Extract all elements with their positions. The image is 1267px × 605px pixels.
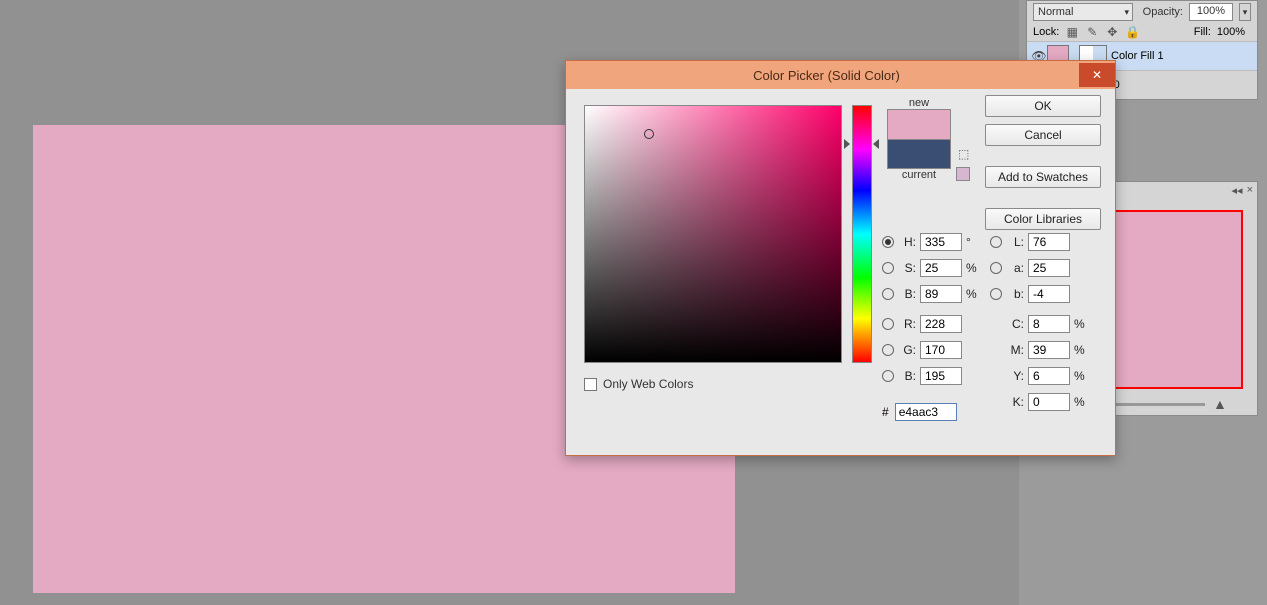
s-input[interactable] — [920, 259, 962, 277]
lock-label: Lock: — [1033, 26, 1059, 38]
opacity-input[interactable]: 100% — [1189, 3, 1233, 21]
color-cursor[interactable] — [644, 129, 654, 139]
lock-move-icon[interactable]: ✥ — [1105, 25, 1119, 39]
bh-radio[interactable] — [882, 288, 894, 300]
dialog-buttons: OK Cancel Add to Swatches Color Librarie… — [985, 95, 1101, 230]
hue-slider-handle[interactable] — [844, 139, 850, 149]
a-input[interactable] — [1028, 259, 1070, 277]
opacity-dropdown[interactable] — [1239, 3, 1251, 21]
close-icon[interactable]: × — [1247, 184, 1253, 200]
l-input[interactable] — [1028, 233, 1070, 251]
websafe-swatch[interactable] — [956, 167, 970, 181]
new-color-swatch[interactable] — [887, 109, 951, 139]
y-input[interactable] — [1028, 367, 1070, 385]
color-value-fields: H:° L: S:% a: B:% b: R: C:% G: M:% B: Y:… — [882, 229, 1102, 415]
only-web-colors[interactable]: Only Web Colors — [584, 377, 693, 391]
current-color-swatch[interactable] — [887, 139, 951, 169]
r-input[interactable] — [920, 315, 962, 333]
blend-mode-dropdown[interactable]: Normal — [1033, 3, 1133, 21]
color-libraries-button[interactable]: Color Libraries — [985, 208, 1101, 230]
lock-all-icon[interactable]: 🔒 — [1125, 25, 1139, 39]
gamut-warning-icon[interactable]: ⬚ — [958, 147, 969, 161]
c-input[interactable] — [1028, 315, 1070, 333]
r-radio[interactable] — [882, 318, 894, 330]
hue-slider-handle[interactable] — [873, 139, 879, 149]
lock-transparent-icon[interactable]: ▦ — [1065, 25, 1079, 39]
only-web-label: Only Web Colors — [603, 377, 693, 391]
ok-button[interactable]: OK — [985, 95, 1101, 117]
fill-label: Fill: — [1194, 26, 1211, 38]
s-radio[interactable] — [882, 262, 894, 274]
opacity-label: Opacity: — [1143, 6, 1183, 18]
bl-radio[interactable] — [990, 288, 1002, 300]
h-radio[interactable] — [882, 236, 894, 248]
m-input[interactable] — [1028, 341, 1070, 359]
current-label: current — [887, 169, 951, 181]
add-to-swatches-button[interactable]: Add to Swatches — [985, 166, 1101, 188]
only-web-checkbox[interactable] — [584, 378, 597, 391]
blue-input[interactable] — [920, 367, 962, 385]
lock-brush-icon[interactable]: ✎ — [1085, 25, 1099, 39]
layer-name: Color Fill 1 — [1111, 50, 1164, 62]
new-label: new — [887, 97, 951, 109]
hex-input[interactable] — [895, 403, 957, 421]
a-radio[interactable] — [990, 262, 1002, 274]
cancel-button[interactable]: Cancel — [985, 124, 1101, 146]
g-input[interactable] — [920, 341, 962, 359]
saturation-value-field[interactable] — [584, 105, 842, 363]
hash-label: # — [882, 405, 889, 419]
hex-row: # — [882, 403, 957, 421]
color-picker-dialog: Color Picker (Solid Color) ✕ new current… — [565, 60, 1116, 456]
fill-input[interactable]: 100% — [1217, 26, 1245, 38]
k-input[interactable] — [1028, 393, 1070, 411]
swatch-compare: new current — [887, 97, 951, 181]
g-radio[interactable] — [882, 344, 894, 356]
hue-slider[interactable] — [852, 105, 872, 363]
l-radio[interactable] — [990, 236, 1002, 248]
dialog-titlebar[interactable]: Color Picker (Solid Color) ✕ — [566, 61, 1115, 89]
blend-mode-value: Normal — [1038, 6, 1073, 18]
zoom-in-icon[interactable]: ▲ — [1213, 396, 1227, 412]
bc-radio[interactable] — [882, 370, 894, 382]
collapse-icon[interactable]: ◂◂ — [1232, 184, 1243, 200]
blab-input[interactable] — [1028, 285, 1070, 303]
dialog-title: Color Picker (Solid Color) — [574, 68, 1079, 83]
brightness-input[interactable] — [920, 285, 962, 303]
close-button[interactable]: ✕ — [1079, 63, 1115, 87]
h-input[interactable] — [920, 233, 962, 251]
